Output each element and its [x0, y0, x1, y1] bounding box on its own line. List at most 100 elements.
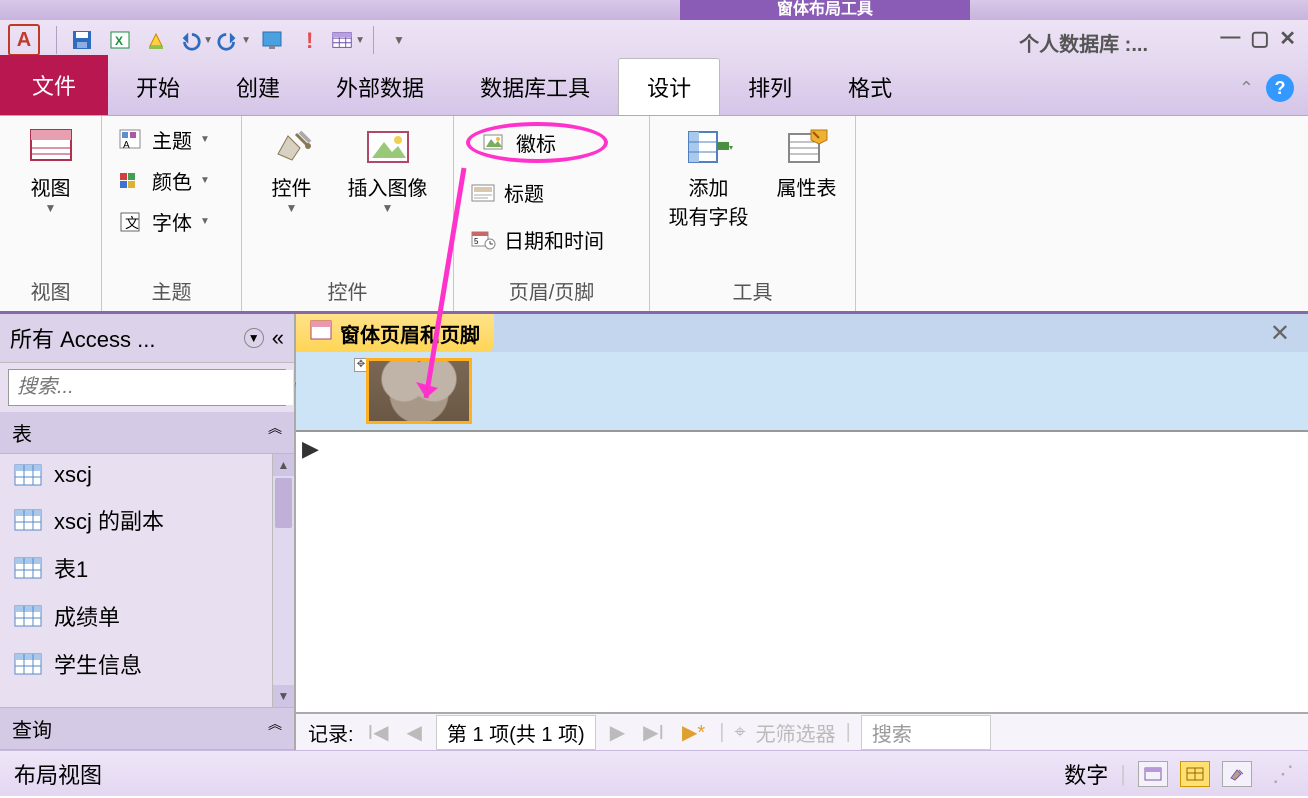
form-detail-section[interactable]: ▶ — [296, 430, 1308, 712]
no-filter-label: 无筛选器 — [756, 718, 836, 747]
scroll-up-icon[interactable]: ▲ — [273, 454, 294, 476]
datetime-button[interactable]: 5日期和时间 — [466, 222, 608, 257]
nav-scrollbar[interactable]: ▲ ▼ — [272, 454, 294, 707]
document-close-button[interactable]: ✕ — [1270, 319, 1290, 348]
window-title: 个人数据库 :... — [1019, 28, 1148, 57]
form-view-icon[interactable] — [1138, 761, 1168, 787]
nav-list: xscj xscj 的副本 表1 成绩单 学生信息 ▲ ▼ — [0, 454, 294, 707]
status-view-label: 布局视图 — [14, 758, 102, 790]
alert-icon[interactable]: ! — [293, 25, 327, 55]
excel-export-icon[interactable]: X — [103, 25, 137, 55]
collapse-icon: ︽ — [268, 418, 282, 447]
ribbon-collapse-icon[interactable]: ⌃ — [1239, 78, 1254, 99]
nav-item-table[interactable]: xscj — [0, 454, 294, 496]
tab-format[interactable]: 格式 — [820, 59, 920, 115]
tab-create[interactable]: 创建 — [208, 59, 308, 115]
property-sheet-button[interactable]: 属性表 — [773, 122, 841, 205]
group-tools-label: 工具 — [662, 272, 843, 309]
record-label: 记录: — [308, 718, 354, 747]
group-view-label: 视图 — [12, 272, 89, 309]
save-icon[interactable] — [65, 25, 99, 55]
tab-external-data[interactable]: 外部数据 — [308, 59, 452, 115]
svg-text:!: ! — [306, 28, 313, 52]
tab-database-tools[interactable]: 数据库工具 — [452, 59, 618, 115]
nav-item-table[interactable]: xscj 的副本 — [0, 496, 294, 544]
nav-prev-icon[interactable]: ◀ — [403, 720, 426, 745]
themes-button[interactable]: A主题▼ — [114, 122, 214, 157]
group-themes-label: 主题 — [114, 272, 229, 309]
insert-image-button[interactable]: 插入图像 ▼ — [344, 122, 432, 219]
design-view-icon[interactable] — [1222, 761, 1252, 787]
nav-search[interactable]: 🔍 — [8, 369, 286, 406]
document-area: 窗体页眉和页脚 ✕ ✥ ▶ 记录: I◀ ◀ 第 1 项(共 1 项) ▶ ▶I… — [296, 314, 1308, 750]
ribbon-tabs: 文件 开始 创建 外部数据 数据库工具 设计 排列 格式 ⌃ ? — [0, 60, 1308, 116]
group-tools: 添加 现有字段 属性表 工具 — [650, 116, 856, 311]
close-button[interactable]: ✕ — [1279, 26, 1296, 51]
controls-button[interactable]: 控件 ▼ — [264, 122, 320, 219]
record-position[interactable]: 第 1 项(共 1 项) — [436, 715, 596, 750]
app-icon[interactable]: A — [8, 24, 40, 56]
nav-collapse-icon[interactable]: « — [272, 325, 284, 351]
nav-new-icon[interactable]: ▶* — [678, 720, 709, 745]
tab-arrange[interactable]: 排列 — [720, 59, 820, 115]
nav-search-input[interactable] — [9, 370, 293, 405]
group-view: 视图 ▼ 视图 — [0, 116, 102, 311]
tab-design[interactable]: 设计 — [618, 58, 720, 115]
record-navigator: 记录: I◀ ◀ 第 1 项(共 1 项) ▶ ▶I ▶* | ⌖ 无筛选器 |… — [296, 712, 1308, 750]
collapse-icon: ︽ — [268, 714, 282, 743]
quick-access-toolbar: A X ▼ ▼ ! ▼ ▼ 个人数据库 :... — ▢ ✕ — [0, 20, 1308, 60]
nav-dropdown-icon[interactable]: ▼ — [244, 328, 264, 348]
add-fields-label-2: 现有字段 — [669, 201, 749, 230]
form-logo[interactable] — [366, 358, 472, 424]
help-icon[interactable]: ? — [1266, 74, 1294, 102]
ribbon-body: 视图 ▼ 视图 A主题▼ 颜色▼ 文字体▼ 主题 控件 ▼ 插入图像 — [0, 116, 1308, 314]
tab-home[interactable]: 开始 — [108, 59, 208, 115]
nav-header[interactable]: 所有 Access ... ▼ « — [0, 314, 294, 363]
separator — [56, 26, 57, 54]
nav-next-icon[interactable]: ▶ — [606, 720, 629, 745]
view-button[interactable]: 视图 ▼ — [23, 122, 79, 219]
nav-title: 所有 Access ... — [10, 322, 236, 354]
tab-file[interactable]: 文件 — [0, 55, 108, 115]
table-icon[interactable]: ▼ — [331, 25, 365, 55]
maximize-button[interactable]: ▢ — [1250, 26, 1269, 51]
status-bar: 布局视图 数字 | ⋰ — [0, 750, 1308, 796]
filter-icon[interactable]: ⌖ — [734, 721, 745, 744]
highlight-icon[interactable] — [141, 25, 175, 55]
customize-qat-icon[interactable]: ▼ — [382, 25, 416, 55]
scroll-thumb[interactable] — [275, 478, 292, 528]
record-search-input[interactable]: 搜索 — [861, 715, 991, 750]
title-strip: 窗体布局工具 — [0, 0, 1308, 20]
add-existing-fields-button[interactable]: 添加 现有字段 — [665, 122, 753, 234]
undo-icon[interactable]: ▼ — [179, 25, 213, 55]
logo-button[interactable]: 徽标 — [466, 122, 608, 163]
document-tabs: 窗体页眉和页脚 ✕ — [296, 314, 1308, 352]
scroll-down-icon[interactable]: ▼ — [273, 685, 294, 707]
nav-item-table[interactable]: 成绩单 — [0, 592, 294, 640]
nav-group-tables[interactable]: 表 ︽ — [0, 412, 294, 454]
svg-text:X: X — [115, 34, 123, 48]
screen-icon[interactable] — [255, 25, 289, 55]
workspace: 所有 Access ... ▼ « 🔍 表 ︽ xscj xscj 的副本 表1… — [0, 314, 1308, 750]
document-tab-active[interactable]: 窗体页眉和页脚 — [296, 314, 494, 352]
fonts-button[interactable]: 文字体▼ — [114, 204, 214, 239]
svg-text:文: 文 — [125, 215, 139, 231]
document-tab-title: 窗体页眉和页脚 — [340, 319, 480, 348]
colors-button[interactable]: 颜色▼ — [114, 163, 214, 198]
redo-icon[interactable]: ▼ — [217, 25, 251, 55]
nav-last-icon[interactable]: ▶I — [639, 720, 668, 745]
minimize-button[interactable]: — — [1220, 26, 1240, 51]
group-controls: 控件 ▼ 插入图像 ▼ 控件 — [242, 116, 454, 311]
nav-group-queries[interactable]: 查询 ︽ — [0, 707, 294, 750]
form-header-section[interactable]: ✥ — [296, 352, 1308, 430]
nav-first-icon[interactable]: I◀ — [364, 720, 393, 745]
group-controls-label: 控件 — [254, 272, 441, 309]
record-selector-icon[interactable]: ▶ — [302, 436, 319, 462]
group-themes: A主题▼ 颜色▼ 文字体▼ 主题 — [102, 116, 242, 311]
form-icon — [310, 320, 332, 346]
layout-view-icon[interactable] — [1180, 761, 1210, 787]
nav-item-table[interactable]: 表1 — [0, 544, 294, 592]
title-button[interactable]: 标题 — [466, 175, 608, 210]
nav-item-table[interactable]: 学生信息 — [0, 640, 294, 688]
resize-grip-icon[interactable]: ⋰ — [1272, 761, 1294, 787]
